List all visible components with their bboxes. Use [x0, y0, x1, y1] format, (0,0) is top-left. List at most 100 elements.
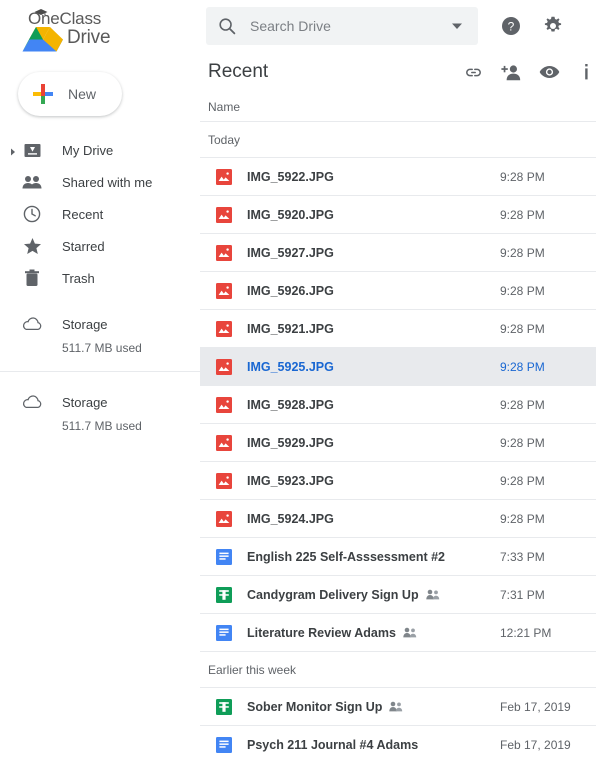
sidebar-item-label: My Drive	[62, 142, 114, 158]
table-row[interactable]: IMG_5929.JPG 9:28 PM	[200, 424, 596, 462]
sidebar-item-trash[interactable]: Trash	[0, 262, 200, 294]
file-timestamp: 9:28 PM	[500, 359, 545, 374]
file-name: Sober Monitor Sign Up	[247, 699, 383, 714]
storage-label: Storage	[62, 394, 108, 410]
table-row[interactable]: English 225 Self-Asssessment #2 7:33 PM	[200, 538, 596, 576]
storage-used-text: 511.7 MB used	[62, 419, 142, 433]
file-name: IMG_5926.JPG	[247, 283, 334, 298]
file-group-header: Earlier this week	[200, 652, 596, 688]
file-name: IMG_5929.JPG	[247, 435, 334, 450]
sidebar-item-label: Recent	[62, 206, 104, 222]
my-drive-icon	[22, 140, 42, 160]
table-row[interactable]: IMG_5920.JPG 9:28 PM	[200, 196, 596, 234]
sidebar-item-starred[interactable]: Starred	[0, 230, 200, 262]
sheets-file-icon	[216, 698, 232, 715]
column-header-row: Name	[200, 92, 596, 122]
file-timestamp: 12:21 PM	[500, 625, 552, 640]
brand-logo[interactable]: OneClass Drive	[0, 0, 200, 58]
image-file-icon	[216, 434, 232, 451]
shared-people-icon	[403, 627, 417, 639]
file-timestamp: 9:28 PM	[500, 473, 545, 488]
file-timestamp: 9:28 PM	[500, 435, 545, 450]
chevron-down-icon[interactable]	[450, 19, 464, 33]
page-header: Recent	[200, 52, 596, 92]
image-file-icon	[216, 244, 232, 261]
docs-file-icon	[216, 548, 232, 565]
table-row[interactable]: Sober Monitor Sign Up Feb 17, 2019	[200, 688, 596, 726]
table-row[interactable]: IMG_5924.JPG 9:28 PM	[200, 500, 596, 538]
search-box[interactable]	[206, 7, 478, 45]
file-name: IMG_5921.JPG	[247, 321, 334, 336]
storage-block-2[interactable]: Storage 511.7 MB used	[0, 386, 200, 433]
file-name: IMG_5920.JPG	[247, 207, 334, 222]
image-file-icon	[216, 320, 232, 337]
file-timestamp: 9:28 PM	[500, 511, 545, 526]
file-group-label: Today	[208, 132, 241, 147]
table-row[interactable]: IMG_5921.JPG 9:28 PM	[200, 310, 596, 348]
info-icon[interactable]	[572, 57, 596, 87]
cloud-icon	[22, 314, 42, 334]
image-file-icon	[216, 472, 232, 489]
new-button[interactable]: New	[18, 72, 122, 116]
sidebar-item-label: Starred	[62, 238, 105, 254]
file-timestamp: 9:28 PM	[500, 169, 545, 184]
file-list: Today IMG_5922.JPG 9:28 PM IMG_5920.JPG 9:28…	[200, 122, 596, 761]
table-row[interactable]: Psych 211 Journal #4 Adams Feb 17, 2019	[200, 726, 596, 761]
table-row[interactable]: IMG_5923.JPG 9:28 PM	[200, 462, 596, 500]
docs-file-icon	[216, 624, 232, 641]
chevron-right-icon[interactable]	[8, 145, 18, 156]
image-file-icon	[216, 168, 232, 185]
shared-people-icon	[425, 589, 440, 601]
svg-text:?: ?	[508, 20, 515, 34]
table-row[interactable]: IMG_5925.JPG 9:28 PM	[200, 348, 596, 386]
table-row[interactable]: IMG_5922.JPG 9:28 PM	[200, 158, 596, 196]
sidebar-item-label: Shared with me	[62, 174, 153, 190]
file-name: IMG_5922.JPG	[247, 169, 334, 184]
header-actions	[458, 52, 596, 92]
gear-icon[interactable]	[538, 11, 568, 41]
eye-icon[interactable]	[534, 57, 564, 87]
drive-app: OneClass Drive New My Drive Shared with …	[0, 0, 596, 761]
trash-icon	[22, 268, 42, 288]
help-circle-icon[interactable]: ?	[496, 11, 526, 41]
person-add-icon[interactable]	[496, 57, 526, 87]
image-file-icon	[216, 510, 232, 527]
file-timestamp: 9:28 PM	[500, 283, 545, 298]
storage-label: Storage	[62, 316, 108, 332]
sidebar-item-shared-with-me[interactable]: Shared with me	[0, 166, 200, 198]
image-file-icon	[216, 206, 232, 223]
file-name: IMG_5924.JPG	[247, 511, 334, 526]
sidebar-item-my-drive[interactable]: My Drive	[0, 134, 200, 166]
people-icon	[22, 172, 42, 192]
file-group-header: Today	[200, 122, 596, 158]
sidebar-item-recent[interactable]: Recent	[0, 198, 200, 230]
file-name: Psych 211 Journal #4 Adams	[247, 737, 419, 752]
brand-name-drive: Drive	[67, 27, 111, 48]
table-row[interactable]: Candygram Delivery Sign Up 7:31 PM	[200, 576, 596, 614]
file-name: IMG_5925.JPG	[247, 359, 334, 374]
sheets-file-icon	[216, 586, 232, 603]
file-name: English 225 Self-Asssessment #2	[247, 549, 446, 564]
search-input[interactable]	[250, 18, 450, 34]
file-timestamp: 7:31 PM	[500, 587, 545, 602]
file-name: IMG_5928.JPG	[247, 397, 334, 412]
sidebar-item-label: Trash	[62, 270, 95, 286]
search-icon	[218, 17, 236, 35]
table-row[interactable]: IMG_5927.JPG 9:28 PM	[200, 234, 596, 272]
file-name: IMG_5927.JPG	[247, 245, 334, 260]
main-content: ? Recent	[200, 0, 596, 761]
table-row[interactable]: IMG_5926.JPG 9:28 PM	[200, 272, 596, 310]
plus-icon	[32, 83, 54, 105]
star-icon	[22, 236, 42, 256]
file-timestamp: 9:28 PM	[500, 321, 545, 336]
file-timestamp: 9:28 PM	[500, 397, 545, 412]
clock-icon	[22, 204, 42, 224]
table-row[interactable]: IMG_5928.JPG 9:28 PM	[200, 386, 596, 424]
table-row[interactable]: Literature Review Adams 12:21 PM	[200, 614, 596, 652]
file-name: IMG_5923.JPG	[247, 473, 334, 488]
storage-block-1[interactable]: Storage 511.7 MB used	[0, 308, 200, 355]
file-timestamp: 9:28 PM	[500, 207, 545, 222]
file-timestamp: Feb 17, 2019	[500, 737, 571, 752]
link-icon[interactable]	[458, 57, 488, 87]
file-group-label: Earlier this week	[208, 662, 297, 677]
